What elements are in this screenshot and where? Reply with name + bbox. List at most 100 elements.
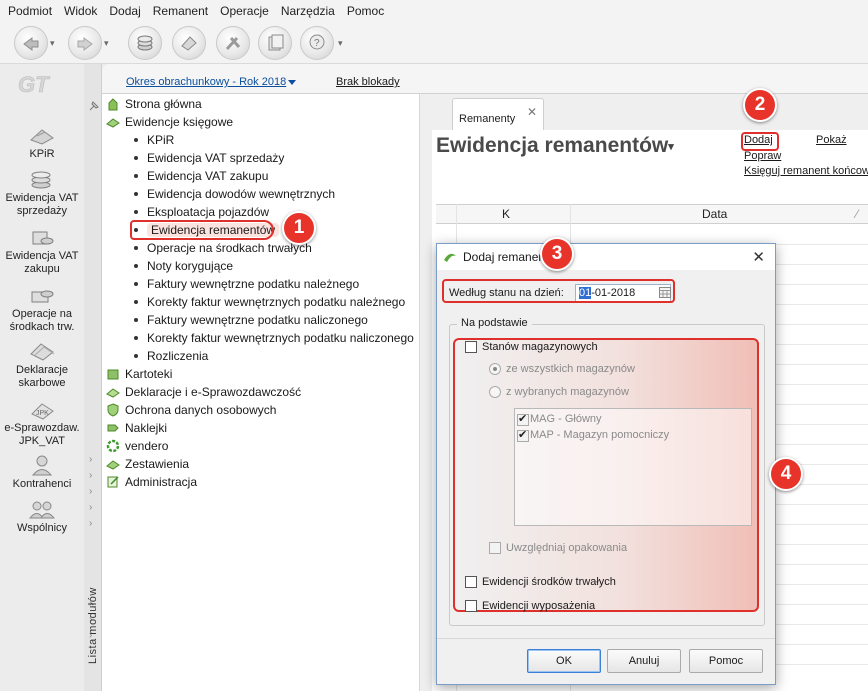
warehouse-checkbox-map[interactable] — [517, 428, 529, 442]
bullet-icon — [134, 282, 138, 286]
tree-item-dowody-wewnetrzne[interactable]: Ewidencja dowodów wewnętrznych — [106, 185, 335, 203]
tree-item-korekty-naleznego[interactable]: Korekty faktur wewnętrznych podatku nale… — [106, 293, 405, 311]
tree-item-naklejki[interactable]: Naklejki — [106, 419, 167, 437]
tree-item-strona-glowna[interactable]: Strona główna — [106, 95, 202, 113]
module-jpk[interactable]: JPK e-Sprawozdaw. JPK_VAT — [0, 398, 84, 448]
show-link[interactable]: Pokaż — [816, 134, 847, 146]
tree-item-label: Rozliczenia — [147, 349, 209, 363]
tree-item-operacje-srodki-trwale[interactable]: Operacje na środkach trwałych — [106, 239, 312, 257]
menu-pomoc[interactable]: Pomoc — [341, 4, 390, 18]
menu-widok[interactable]: Widok — [58, 4, 103, 18]
menu-podmiot[interactable]: Podmiot — [2, 4, 58, 18]
book-closing-link[interactable]: Księguj remanent końcowy — [744, 165, 868, 177]
column-header-k[interactable]: K — [502, 207, 510, 221]
ok-button[interactable]: OK — [527, 649, 601, 673]
warehouse-label: MAG - Główny — [530, 413, 602, 425]
module-label: KPiR — [29, 148, 55, 160]
module-deklaracje[interactable]: Deklaracje skarbowe — [0, 340, 84, 390]
tab-remanenty[interactable]: Remanenty ✕ — [452, 98, 544, 130]
chevron-right-icon[interactable]: › — [89, 486, 92, 497]
step-badge-4: 4 — [769, 457, 803, 491]
tree-item-vat-zakupu[interactable]: Ewidencja VAT zakupu — [106, 167, 268, 185]
step-badge-3: 3 — [540, 237, 574, 271]
selected-warehouses-radio[interactable] — [489, 386, 501, 398]
tree-item-kartoteki[interactable]: Kartoteki — [106, 365, 172, 383]
coins-button[interactable] — [128, 26, 162, 60]
chevron-right-icon[interactable]: › — [89, 518, 92, 529]
bullet-icon — [134, 354, 138, 358]
pages-button[interactable] — [258, 26, 292, 60]
packaging-checkbox[interactable] — [489, 542, 501, 554]
help-dialog-button[interactable]: Pomoc — [689, 649, 763, 673]
tools-button[interactable] — [216, 26, 250, 60]
chevron-right-icon[interactable]: › — [89, 502, 92, 513]
eraser-icon — [181, 36, 197, 51]
module-srodki-trwale[interactable]: Operacje na środkach trw. — [0, 284, 84, 334]
chevron-right-icon[interactable]: › — [89, 470, 92, 481]
close-icon[interactable]: ✕ — [752, 248, 765, 266]
tree-item-administracja[interactable]: Administracja — [106, 473, 197, 491]
tree-item-noty-korygujace[interactable]: Noty korygujące — [106, 257, 233, 275]
period-selector[interactable]: Okres obrachunkowy - Rok 2018 — [126, 76, 297, 88]
tree-item-vat-sprzedazy[interactable]: Ewidencja VAT sprzedaży — [106, 149, 284, 167]
all-warehouses-radio[interactable] — [489, 363, 501, 375]
forward-button[interactable] — [68, 26, 102, 60]
module-label: Kontrahenci — [12, 478, 72, 490]
help-icon: ? — [309, 34, 325, 50]
page-title[interactable]: Ewidencja remanentów▾ — [436, 134, 674, 158]
menu-operacje[interactable]: Operacje — [214, 4, 275, 18]
label-icon — [107, 424, 119, 432]
equipment-label: Ewidencji wyposażenia — [482, 600, 596, 612]
tree-item-rozliczenia[interactable]: Rozliczenia — [106, 347, 208, 365]
tree-item-label: Deklaracje i e-Sprawozdawczość — [125, 385, 302, 399]
bullet-icon — [134, 264, 138, 268]
home-icon — [108, 98, 118, 111]
tree-item-faktury-wewn-naliczonego[interactable]: Faktury wewnętrzne podatku naliczonego — [106, 311, 368, 329]
module-vat-sprzedazy[interactable]: Ewidencja VAT sprzedaży — [0, 168, 84, 218]
module-vat-zakupu[interactable]: Ewidencja VAT zakupu — [0, 226, 84, 276]
tree-item-ewidencje-ksiegowe[interactable]: Ewidencje księgowe — [106, 113, 233, 131]
warehouse-checkbox-mag[interactable] — [517, 412, 529, 426]
module-wspolnicy[interactable]: Wspólnicy — [0, 498, 84, 535]
module-label: Wspólnicy — [16, 522, 68, 534]
tree-item-kpir[interactable]: KPiR — [106, 131, 174, 149]
tree-item-faktury-wewn-naleznego[interactable]: Faktury wewnętrzne podatku należnego — [106, 275, 359, 293]
pin-icon[interactable] — [88, 100, 100, 112]
edit-link[interactable]: Popraw — [744, 150, 781, 162]
fixed-assets-checkbox[interactable] — [465, 576, 477, 588]
tree-item-ochrona-danych[interactable]: Ochrona danych osobowych — [106, 401, 276, 419]
chevron-down-icon: ▾ — [668, 140, 674, 153]
forward-dropdown-icon[interactable]: ▾ — [104, 38, 114, 48]
eraser-button[interactable] — [172, 26, 206, 60]
close-icon[interactable]: ✕ — [527, 105, 537, 119]
lock-status-link[interactable]: Brak blokady — [336, 76, 400, 88]
tree-item-zestawienia[interactable]: Zestawienia — [106, 455, 189, 473]
module-kontrahenci[interactable]: Kontrahenci — [0, 454, 84, 491]
grid-header: K Data ⁄ — [436, 204, 868, 224]
help-dropdown-icon[interactable]: ▾ — [338, 38, 348, 48]
gt-logo: GT — [18, 72, 51, 98]
bullet-icon — [134, 300, 138, 304]
tree-item-label: KPiR — [147, 133, 175, 147]
pages-icon — [268, 34, 284, 51]
tree-item-korekty-naliczonego[interactable]: Korekty faktur wewnętrznych podatku nali… — [106, 329, 414, 347]
help-button[interactable]: ? — [300, 26, 334, 60]
tree-item-vendero[interactable]: vendero — [106, 437, 168, 455]
menu-narzedzia[interactable]: Narzędzia — [275, 4, 341, 18]
menu-dodaj[interactable]: Dodaj — [103, 4, 146, 18]
module-kpir[interactable]: KPiR — [0, 124, 84, 161]
tree-item-eksploatacja-pojazdow[interactable]: Eksploatacja pojazdów — [106, 203, 269, 221]
chevron-right-icon[interactable]: › — [89, 454, 92, 465]
cancel-button[interactable]: Anuluj — [607, 649, 681, 673]
equipment-checkbox[interactable] — [465, 600, 477, 612]
column-header-data[interactable]: Data — [702, 207, 727, 221]
page-title-text: Ewidencja remanentów — [436, 134, 669, 157]
tree-item-deklaracje[interactable]: Deklaracje i e-Sprawozdawczość — [106, 383, 301, 401]
menu-remanent[interactable]: Remanent — [147, 4, 214, 18]
stanow-magazynowych-checkbox[interactable] — [465, 341, 477, 353]
highlight-tree-item — [130, 220, 274, 240]
back-button[interactable] — [14, 26, 48, 60]
dialog-titlebar[interactable]: Dodaj remanent ✕ — [437, 244, 775, 270]
back-dropdown-icon[interactable]: ▾ — [50, 38, 60, 48]
module-list-splitter[interactable]: › › › › › › › › Lista modułów — [84, 64, 102, 691]
